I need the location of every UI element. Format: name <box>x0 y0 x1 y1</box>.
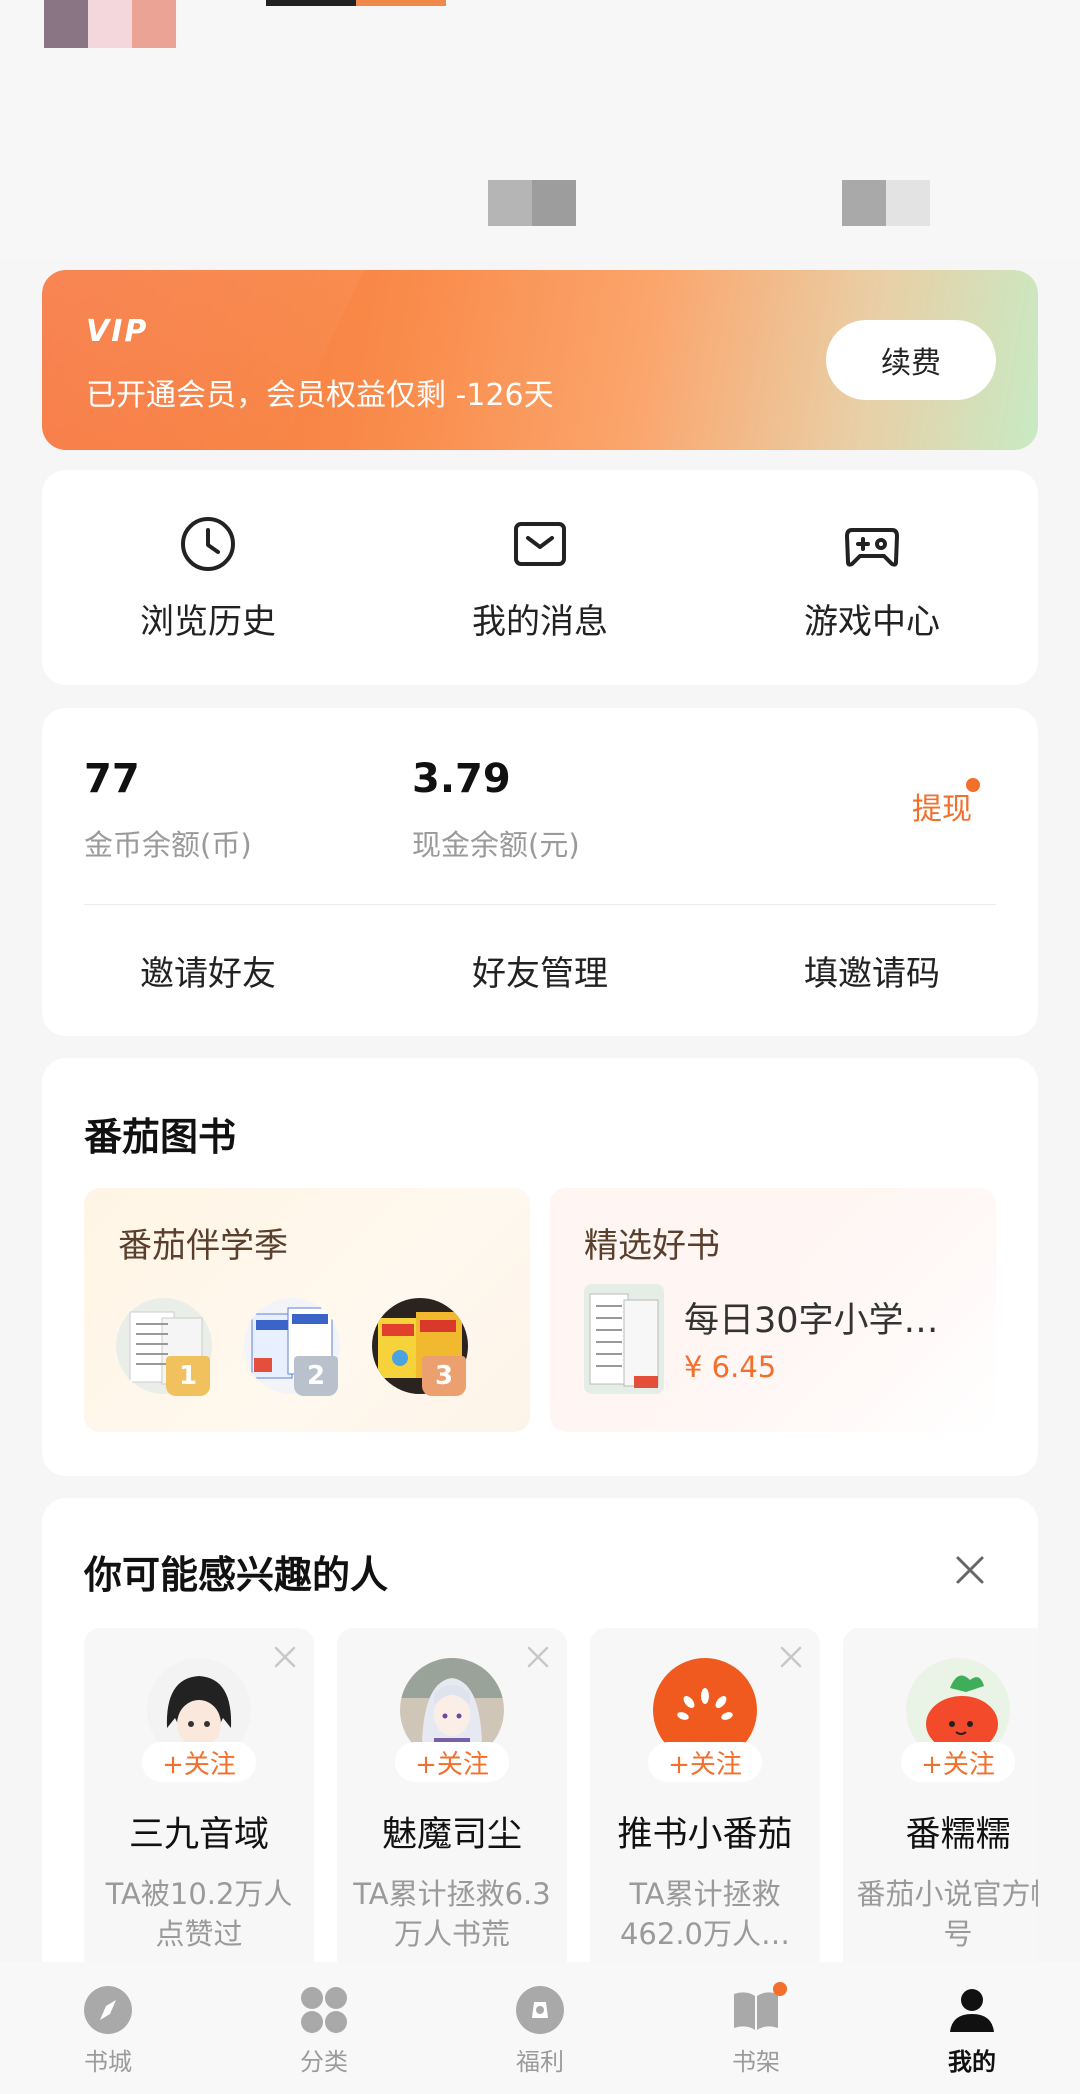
avatar-fragment <box>88 0 132 48</box>
follow-button[interactable]: +关注 <box>142 1742 256 1782</box>
person-card[interactable]: +关注 三九音域 TA被10.2万人点赞过 <box>84 1628 314 2018</box>
gamepad-icon <box>845 528 899 567</box>
nav-bookstore[interactable]: 书城 <box>0 1962 216 2094</box>
nav-welfare[interactable]: 福利 <box>432 1962 648 2094</box>
stat-blur <box>488 180 532 226</box>
notification-dot <box>966 778 980 792</box>
book-thumbnail[interactable] <box>584 1284 664 1394</box>
stat-blur <box>886 180 930 226</box>
person-desc: TA累计拯救6.3万人书荒 <box>353 1877 551 1951</box>
renew-button[interactable]: 续费 <box>826 320 996 400</box>
gift-icon <box>516 1986 564 2034</box>
user-icon <box>950 1989 994 2032</box>
nav-label: 书城 <box>84 2048 132 2076</box>
qa-label: 我的消息 <box>472 602 608 642</box>
stat-blur <box>532 180 576 226</box>
avatar[interactable] <box>44 0 88 48</box>
qa-label: 游戏中心 <box>804 602 940 642</box>
panel-title: 精选好书 <box>584 1226 720 1266</box>
section-title: 番茄图书 <box>84 1115 237 1159</box>
person-card[interactable]: +关注 魅魔司尘 TA累计拯救6.3万人书荒 <box>337 1628 567 2018</box>
dismiss-icon[interactable] <box>525 1644 551 1670</box>
nav-label: 福利 <box>516 2048 564 2076</box>
panel-title: 番茄伴学季 <box>118 1226 288 1266</box>
person-name: 推书小番茄 <box>617 1815 793 1855</box>
nav-label: 我的 <box>948 2048 996 2076</box>
manage-friends-button[interactable]: 好友管理 <box>374 904 706 1036</box>
wallet-card: 77 金币余额(币) 3.79 现金余额(元) 提现 邀请好友 好友管理 填邀请… <box>42 708 1038 1036</box>
avatar-fragment <box>132 0 176 48</box>
coins-caption: 金币余额(币) <box>84 828 252 862</box>
nav-label: 书架 <box>732 2048 780 2076</box>
profile-header <box>0 0 1080 260</box>
rank-badge: 2 <box>294 1356 338 1396</box>
dismiss-icon[interactable] <box>272 1644 298 1670</box>
mail-icon <box>514 522 566 566</box>
section-title: 你可能感兴趣的人 <box>84 1553 389 1597</box>
dismiss-icon[interactable] <box>778 1644 804 1670</box>
bottom-nav: 书城 分类 福利 书架 我的 <box>0 1962 1080 2094</box>
follow-button[interactable]: +关注 <box>648 1742 762 1782</box>
vip-logo: VIP <box>86 314 149 349</box>
rank-badge: 1 <box>166 1356 210 1396</box>
withdraw-button[interactable]: 提现 <box>912 784 972 828</box>
cash-caption: 现金余额(元) <box>412 828 580 862</box>
quick-actions: 浏览历史 我的消息 游戏中心 <box>42 470 1038 685</box>
enter-invite-code-button[interactable]: 填邀请码 <box>706 904 1038 1036</box>
vip-status-text: 已开通会员，会员权益仅剩 -126天 <box>86 378 554 413</box>
follow-button[interactable]: +关注 <box>901 1742 1015 1782</box>
friend-links: 邀请好友 好友管理 填邀请码 <box>42 904 1038 1036</box>
clock-icon <box>181 517 235 571</box>
nav-label: 分类 <box>300 2048 348 2076</box>
featured-book-name[interactable]: 每日30字小学… <box>684 1292 939 1343</box>
my-messages-button[interactable]: 我的消息 <box>374 470 706 685</box>
person-card[interactable]: +关注 番糯糯 番茄小说官方帐号 <box>843 1628 1038 2018</box>
nav-mine[interactable]: 我的 <box>864 1962 1080 2094</box>
study-season-panel[interactable]: 番茄伴学季 1 2 3 <box>84 1188 530 1432</box>
person-name: 魅魔司尘 <box>381 1815 522 1855</box>
browse-history-button[interactable]: 浏览历史 <box>42 470 374 685</box>
follow-button[interactable]: +关注 <box>395 1742 509 1782</box>
coins-value[interactable]: 77 <box>84 756 140 802</box>
invite-friends-button[interactable]: 邀请好友 <box>42 904 374 1036</box>
person-desc: 番茄小说官方帐号 <box>856 1877 1038 1951</box>
stat-blur <box>842 180 886 226</box>
rank-badge: 3 <box>422 1356 466 1396</box>
notification-dot <box>773 1982 787 1996</box>
featured-book-price: ¥ 6.45 <box>684 1350 777 1384</box>
person-name: 番糯糯 <box>905 1815 1011 1855</box>
grid-icon <box>301 1987 347 2033</box>
person-card[interactable]: +关注 推书小番茄 TA累计拯救462.0万人… <box>590 1628 820 2018</box>
username-blur <box>356 0 446 6</box>
close-icon[interactable] <box>950 1550 990 1590</box>
qa-label: 浏览历史 <box>140 602 276 642</box>
compass-icon <box>84 1986 132 2034</box>
person-name: 三九音域 <box>128 1815 269 1855</box>
suggested-people-card: 你可能感兴趣的人 +关注 三九音域 TA被10.2万人点赞过 +关注 魅魔司尘 … <box>42 1498 1038 2018</box>
tomato-books-card: 番茄图书 番茄伴学季 1 2 3 精选好书 每日30字小学… ¥ 6.45 <box>42 1058 1038 1476</box>
vip-banner[interactable]: VIP 已开通会员，会员权益仅剩 -126天 续费 <box>42 270 1038 450</box>
username-blur <box>266 0 356 6</box>
person-desc: TA累计拯救462.0万人… <box>619 1877 791 1951</box>
cash-value[interactable]: 3.79 <box>412 756 511 802</box>
game-center-button[interactable]: 游戏中心 <box>706 470 1038 685</box>
person-desc: TA被10.2万人点赞过 <box>105 1877 293 1951</box>
nav-bookshelf[interactable]: 书架 <box>648 1962 864 2094</box>
nav-category[interactable]: 分类 <box>216 1962 432 2094</box>
featured-books-panel[interactable]: 精选好书 每日30字小学… ¥ 6.45 <box>550 1188 996 1432</box>
